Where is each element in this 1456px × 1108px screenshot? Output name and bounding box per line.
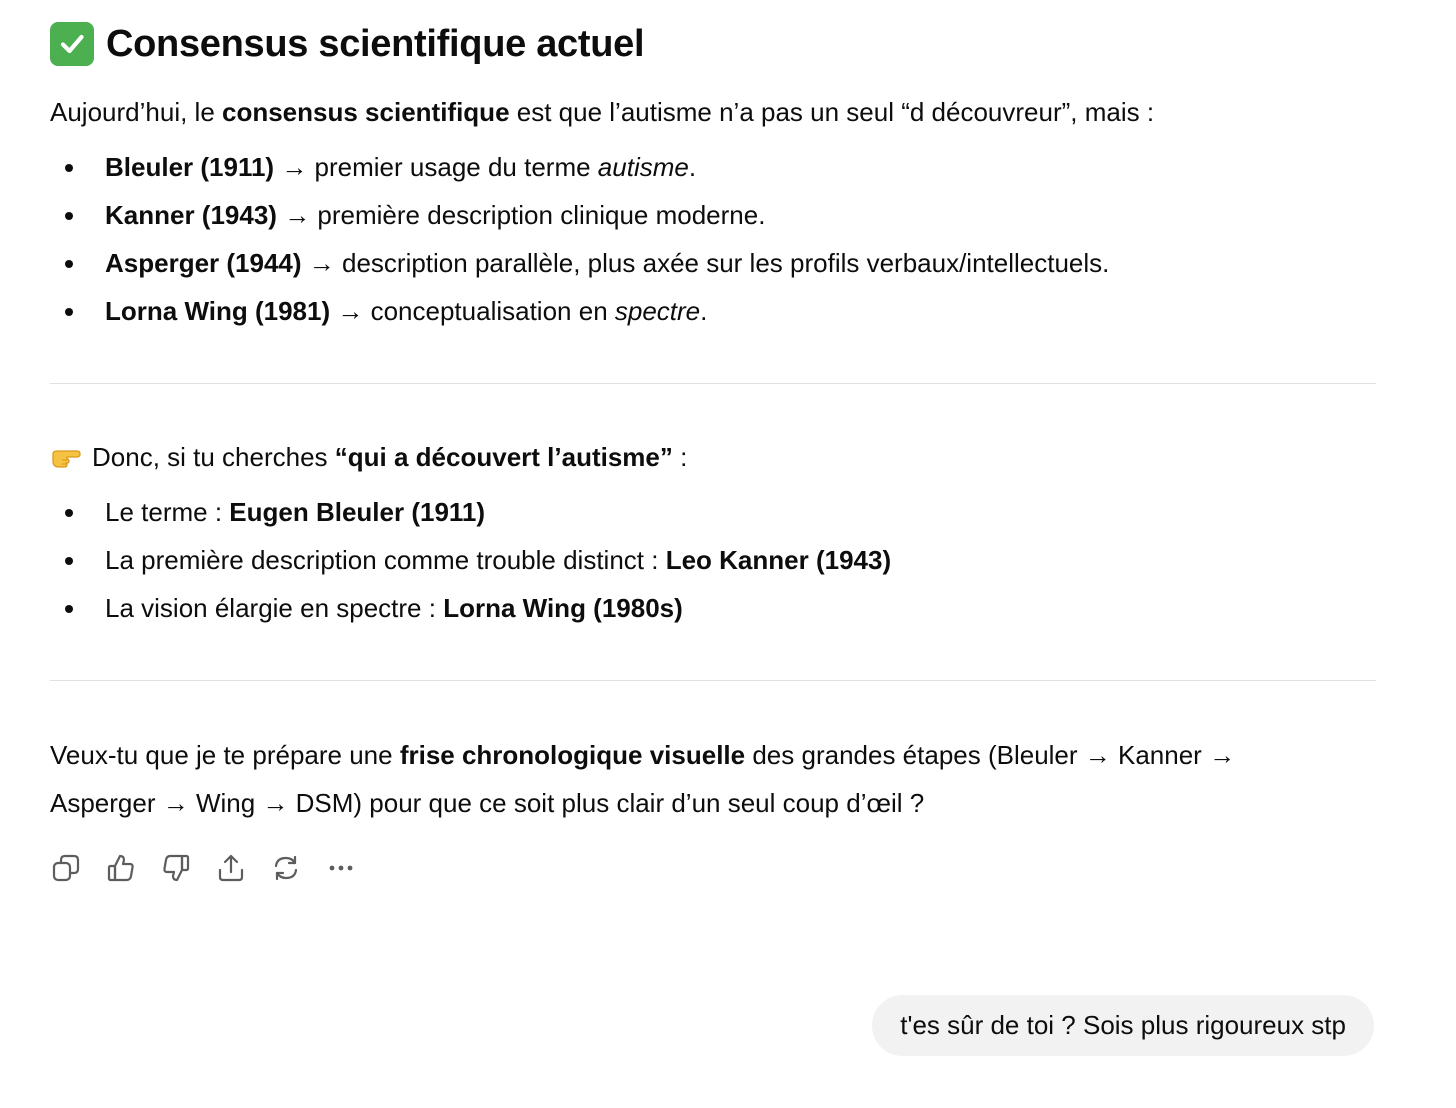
message-actions: [50, 848, 357, 888]
question-paragraph: Veux-tu que je te prépare une frise chro…: [50, 731, 1235, 827]
thumbs-up-icon: [107, 854, 134, 882]
user-message-bubble: t'es sûr de toi ? Sois plus rigoureux st…: [872, 995, 1374, 1056]
question-line-1: Veux-tu que je te prépare une frise chro…: [50, 740, 1236, 770]
thumbs-down-icon: [163, 854, 190, 882]
question-line-2: Asperger → Wing → DSM) pour que ce soit …: [50, 788, 925, 818]
more-icon: [329, 865, 353, 871]
list-item: La première description comme trouble di…: [50, 536, 891, 584]
regenerate-icon: [274, 855, 298, 881]
consensus-list: Bleuler (1911) → premier usage du terme …: [50, 143, 1109, 335]
share-button[interactable]: [215, 848, 247, 888]
summary-text: Donc, si tu cherches: [92, 442, 335, 472]
backhand-pointing-right-icon: [52, 450, 81, 468]
more-button[interactable]: [325, 848, 357, 888]
summary-list: Le terme : Eugen Bleuler (1911) La premi…: [50, 488, 891, 632]
regenerate-button[interactable]: [270, 848, 302, 888]
intro-text: Aujourd’hui, le: [50, 97, 222, 127]
list-item: La vision élargie en spectre : Lorna Win…: [50, 584, 891, 632]
intro-bold: consensus scientifique: [222, 97, 510, 127]
summary-bold: “qui a découvert l’autisme”: [334, 442, 673, 472]
intro-text-end: est que l’autisme n’a pas un seul “d déc…: [509, 97, 1155, 127]
copy-button[interactable]: [50, 848, 82, 888]
check-mark-button-icon: [50, 22, 94, 66]
divider: [50, 383, 1376, 384]
list-item: Asperger (1944) → description parallèle,…: [50, 239, 1109, 287]
thumbs-down-button[interactable]: [160, 848, 192, 888]
list-item: Bleuler (1911) → premier usage du terme …: [50, 143, 1109, 191]
list-item: Lorna Wing (1981) → conceptualisation en…: [50, 287, 1109, 335]
copy-icon: [52, 854, 80, 882]
intro-paragraph: Aujourd’hui, le consensus scientifique e…: [50, 88, 1154, 136]
thumbs-up-button[interactable]: [105, 848, 137, 888]
section-heading: Consensus scientifique actuel: [50, 22, 645, 66]
summary-paragraph: Donc, si tu cherches “qui a découvert l’…: [50, 433, 687, 481]
share-icon: [218, 854, 244, 882]
list-item: Le terme : Eugen Bleuler (1911): [50, 488, 891, 536]
heading-title: Consensus scientifique actuel: [106, 22, 645, 65]
divider: [50, 680, 1376, 681]
list-item: Kanner (1943) → première description cli…: [50, 191, 1109, 239]
summary-text-end: :: [672, 442, 688, 472]
